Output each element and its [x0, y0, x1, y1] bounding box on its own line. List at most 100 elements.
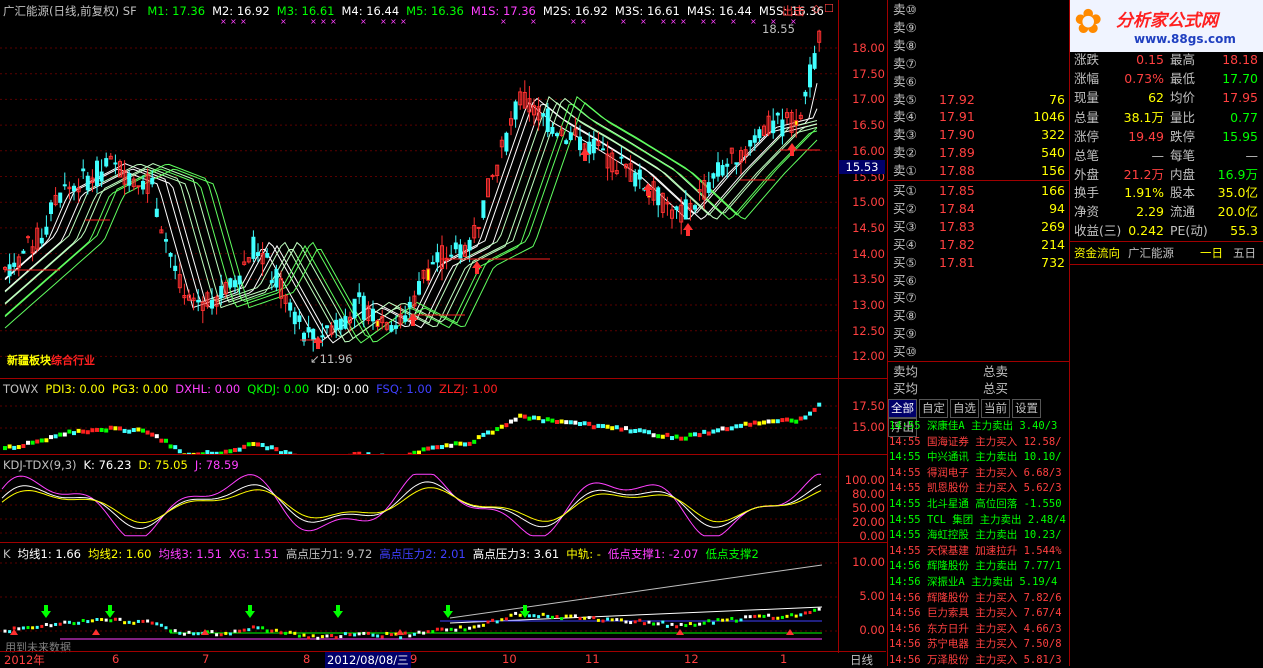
stat-value: 21.2万: [1124, 165, 1164, 184]
stat-label: 现量: [1074, 88, 1099, 107]
towx-mark: [95, 428, 99, 432]
candle-body: [50, 203, 53, 214]
k-mark: [763, 615, 766, 618]
k-mark: [335, 636, 338, 639]
towx-chart[interactable]: [0, 379, 838, 455]
ma-ribbon-line: [5, 97, 817, 337]
flow-five-day-button[interactable]: 五日: [1233, 245, 1256, 261]
k-mark: [146, 620, 149, 623]
candle-body: [813, 54, 816, 69]
order-label: 买⑨: [893, 325, 917, 342]
towx-pane[interactable]: TOWXPDI3: 0.00PG3: 0.00DXHL: 0.00QKDJ: 0…: [0, 378, 838, 455]
total-buy-label: 总买: [983, 380, 1008, 397]
ticker-tab[interactable]: 自定: [919, 399, 948, 418]
order-row: 卖⑨: [891, 19, 1067, 36]
towx-mark: [146, 431, 150, 435]
ticker-action: 主力卖出: [980, 514, 1022, 526]
k-mark: [528, 614, 531, 617]
order-price: 17.89: [939, 144, 975, 161]
k-mark: [422, 632, 425, 635]
ticker-row[interactable]: 14:55 国海证券 主力买入 12.58/: [889, 434, 1069, 450]
order-price: 17.81: [939, 254, 975, 271]
ticker-stock: 辉隆股份: [927, 560, 969, 572]
y-tick-label: 20.00: [852, 515, 885, 529]
k-mark: [59, 623, 62, 626]
ticker-row[interactable]: 14:56 苏宁电器 主力买入 7.50/8: [889, 636, 1069, 652]
order-label: 买④: [893, 236, 917, 253]
k-mark: [211, 630, 214, 633]
towx-mark: [573, 421, 577, 425]
flow-label[interactable]: 资金流向: [1074, 245, 1120, 261]
candlestick-chart[interactable]: ××××××××××××××××××××××××××: [0, 0, 838, 378]
kdj-chart[interactable]: [0, 455, 838, 543]
stat-value: 0.73%: [1124, 69, 1164, 88]
k-mark: [178, 632, 181, 635]
order-row: 买⑧: [891, 307, 1067, 324]
candle-body: [142, 181, 145, 189]
candle-body: [657, 188, 660, 205]
k-mark: [707, 619, 710, 622]
ticker-row[interactable]: 14:55 北斗星通 高位回落 -1.550: [889, 496, 1069, 512]
ticker-tab[interactable]: 设置: [1012, 399, 1041, 418]
ticker-row[interactable]: 14:55 得润电子 主力买入 6.68/3: [889, 465, 1069, 481]
stat-value: 2.29: [1136, 202, 1164, 221]
window-buttons[interactable]: ◇ ☐: [812, 2, 834, 15]
stat-value: —: [1152, 146, 1165, 165]
candle-body: [804, 92, 807, 96]
ticker-row[interactable]: 14:56 深振业A 主力卖出 5.19/4: [889, 574, 1069, 590]
k-mark: [473, 625, 476, 628]
ticker-row[interactable]: 14:55 天保基建 加速拉升 1.544%: [889, 543, 1069, 559]
ticker-row[interactable]: 14:55 TCL 集团 主力卖出 2.48/4: [889, 512, 1069, 528]
towx-mark: [803, 415, 807, 419]
towx-mark: [173, 445, 177, 449]
ticker-tab[interactable]: 全部: [888, 399, 917, 418]
towx-mark: [537, 416, 541, 420]
k-mark: [303, 634, 306, 637]
stat-label: 收益(三): [1074, 221, 1121, 240]
ticker-value: 7.82/6: [1024, 592, 1062, 604]
ticker-row[interactable]: 14:55 凯恩股份 主力买入 5.62/3: [889, 480, 1069, 496]
towx-mark: [721, 426, 725, 430]
k-indicator-pane[interactable]: K均线1: 1.66均线2: 1.60均线3: 1.51XG: 1.51高点压力…: [0, 542, 838, 653]
k-mark: [261, 626, 264, 629]
up-arrow-icon: [676, 629, 684, 635]
towx-mark: [86, 430, 90, 434]
k-mark: [105, 619, 108, 622]
ticker-row[interactable]: 14:56 东方日升 主力买入 4.66/3: [889, 621, 1069, 637]
kdj-pane[interactable]: KDJ-TDX(9,3)K: 76.23D: 75.05J: 78.59: [0, 454, 838, 543]
candle-body: [620, 157, 623, 158]
candle-body: [726, 164, 729, 166]
ticker-time: 14:55: [889, 420, 921, 432]
ticker-row[interactable]: 14:56 辉隆股份 主力买入 7.82/6: [889, 590, 1069, 606]
k-mark: [381, 635, 384, 638]
order-label: 买③: [893, 218, 917, 235]
k-mark: [583, 617, 586, 620]
ticker-row[interactable]: 14:55 海虹控股 主力卖出 10.23/: [889, 527, 1069, 543]
candle-body: [436, 253, 439, 262]
k-mark: [542, 613, 545, 616]
order-label: 卖⑧: [893, 37, 917, 54]
main-chart-pane[interactable]: 广汇能源(日线,前复权) SF M1: 17.36M2: 16.92M3: 16…: [0, 0, 838, 378]
candle-body: [707, 183, 710, 193]
ticker-tab[interactable]: 当前: [981, 399, 1010, 418]
k-mark: [17, 627, 20, 630]
order-book-divider: [888, 180, 1070, 181]
ticker-action: 高位回落: [975, 498, 1017, 510]
ticker-tab[interactable]: 自选: [950, 399, 979, 418]
flow-one-day-button[interactable]: 一日: [1200, 245, 1223, 261]
towx-mark: [518, 414, 522, 418]
k-mark: [408, 634, 411, 637]
ticker-time: 14:56: [889, 560, 921, 572]
ticker-row[interactable]: 14:55 中兴通讯 主力卖出 10.10/: [889, 449, 1069, 465]
k-mark: [712, 622, 715, 625]
ticker-row[interactable]: 14:56 巨力索具 主力买入 7.67/4: [889, 605, 1069, 621]
k-mark: [266, 629, 269, 632]
ticker-row[interactable]: 14:55 深康佳A 主力卖出 3.40/3: [889, 418, 1069, 434]
ticker-row[interactable]: 14:56 辉隆股份 主力卖出 7.77/1: [889, 558, 1069, 574]
towx-mark: [780, 418, 784, 422]
towx-mark: [31, 441, 35, 445]
up-arrow-icon: [786, 629, 794, 635]
k-indicator-chart[interactable]: [0, 543, 838, 653]
order-row: 买⑤17.81732: [891, 254, 1067, 271]
kdj-y-axis: 100.0080.0050.0020.000.00: [838, 454, 887, 543]
